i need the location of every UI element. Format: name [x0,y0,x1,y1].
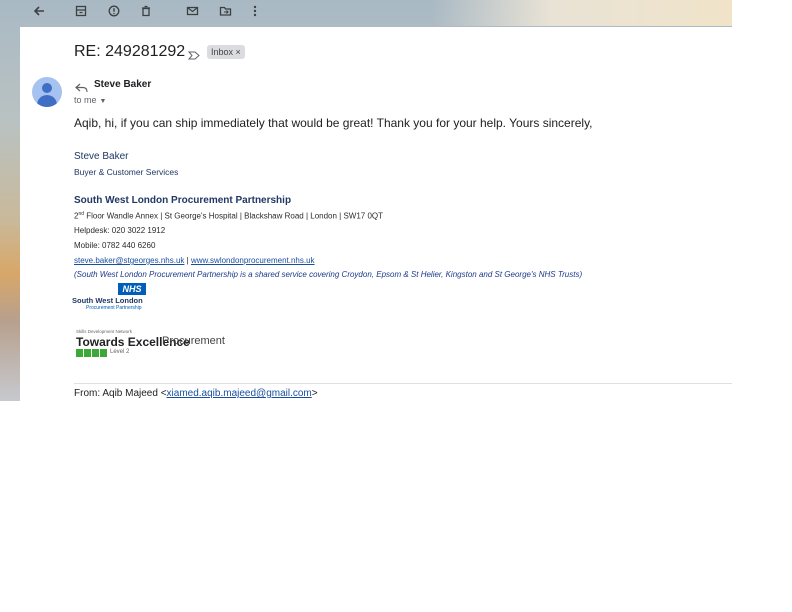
te-level: Level 2 [110,349,130,355]
avatar [32,77,62,107]
te-network-name: Skills Development Network [76,329,133,334]
back-arrow-icon[interactable] [28,1,50,21]
signature-name: Steve Baker [74,151,129,162]
signature-email-link[interactable]: steve.baker@stgeorges.nhs.uk [74,256,184,265]
sender-name[interactable]: Steve Baker [94,79,151,90]
email-toolbar [20,0,732,26]
address-rest: Floor Wandle Annex | St George's Hospita… [84,211,384,221]
signature-mobile: Mobile: 0782 440 6260 [74,241,156,250]
quoted-divider [74,383,732,384]
more-vert-icon[interactable] [244,1,266,21]
quoted-from-line: From: Aqib Majeed <xiamed.aqib.majeed@gm… [74,388,318,399]
nhs-badge: NHS [118,283,146,295]
importance-marker-icon[interactable] [187,47,200,65]
signature-helpdesk: Helpdesk: 020 3022 1912 [74,226,166,235]
signature-address: 2nd Floor Wandle Annex | St George's Hos… [74,211,383,221]
nhs-logo-title: South West London [72,296,143,305]
recipient-line[interactable]: to me ▼ [74,95,106,105]
signature-organisation: South West London Procurement Partnershi… [74,195,292,206]
recipient-text: to me [74,95,97,105]
email-subject: RE: 249281292 [74,43,186,60]
avatar-head [42,83,52,93]
archive-icon[interactable] [70,1,92,21]
signature-note: (South West London Procurement Partnersh… [74,270,583,279]
avatar-body [37,95,57,107]
inbox-label-chip[interactable]: Inbox × [207,45,245,59]
te-procurement: Procurement [162,335,225,347]
signature-website-link[interactable]: www.swlondonprocurement.nhs.uk [191,256,315,265]
nhs-logo-subtitle: Procurement Partnership [86,305,142,311]
email-client-screenshot: RE: 249281292 Inbox × Steve Baker to me ▼… [0,0,732,401]
email-body-text: Aqib, hi, if you can ship immediately th… [74,116,593,130]
report-spam-icon[interactable] [103,1,125,21]
towards-excellence-logo: Skills Development Network Towards Excel… [74,329,254,359]
quoted-from-email-link[interactable]: xiamed.aqib.majeed@gmail.com [167,388,312,399]
move-to-icon[interactable] [214,1,236,21]
mark-unread-icon[interactable] [181,1,203,21]
quoted-from-close: > [311,388,318,399]
delete-icon[interactable] [135,1,157,21]
quoted-from-label: From: Aqib Majeed < [74,388,167,399]
nhs-swl-logo: NHS South West London Procurement Partne… [72,282,172,312]
chevron-down-icon[interactable]: ▼ [100,98,107,105]
signature-role: Buyer & Customer Services [74,167,179,177]
te-level-bars [76,349,107,357]
email-reading-pane: RE: 249281292 Inbox × Steve Baker to me ▼… [20,27,732,401]
signature-links: steve.baker@stgeorges.nhs.uk | www.swlon… [74,256,315,265]
